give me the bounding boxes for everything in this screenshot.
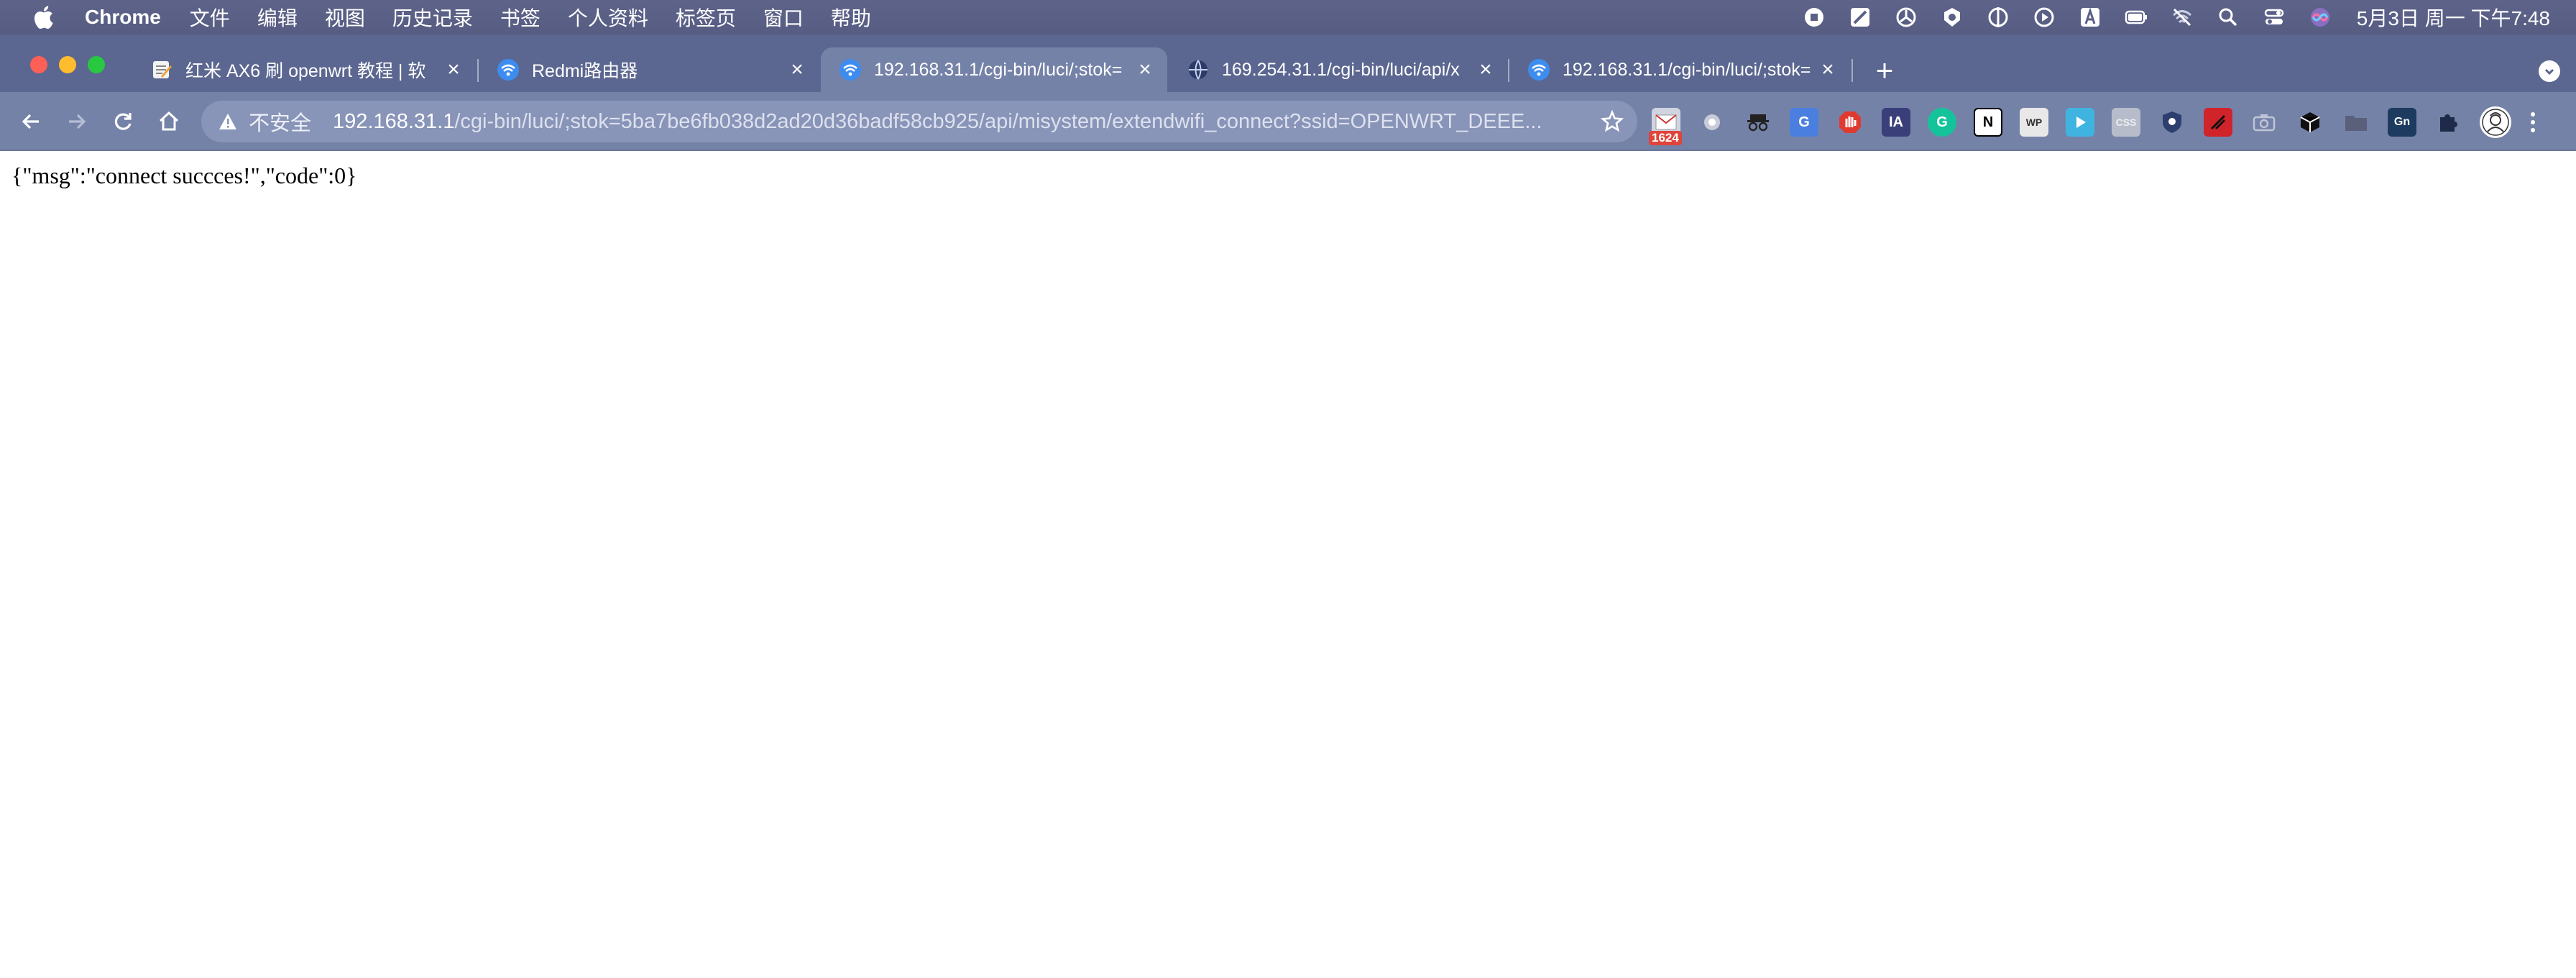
extension-badge-count: 1624 bbox=[1649, 131, 1682, 145]
address-bar[interactable]: 不安全 192.168.31.1/cgi-bin/luci/;stok=5ba7… bbox=[201, 101, 1637, 142]
adblock-extension-icon[interactable] bbox=[1836, 108, 1864, 137]
pen-icon[interactable] bbox=[1848, 5, 1872, 29]
url-text[interactable]: 192.168.31.1/cgi-bin/luci/;stok=5ba7be6f… bbox=[333, 110, 1569, 134]
menu-help[interactable]: 帮助 bbox=[831, 3, 871, 32]
extensions-puzzle-icon[interactable] bbox=[2434, 108, 2462, 137]
json-response-text: {"msg":"connect succces!","code":0} bbox=[12, 163, 357, 188]
forward-button[interactable] bbox=[62, 106, 92, 137]
globe-icon bbox=[1186, 58, 1210, 82]
input-method-icon[interactable] bbox=[2078, 5, 2102, 29]
tab-separator bbox=[1852, 59, 1853, 82]
tab-title: 192.168.31.1/cgi-bin/luci/;stok= bbox=[874, 59, 1123, 80]
wifi-icon bbox=[496, 58, 520, 82]
tab-title: 169.254.31.1/cgi-bin/luci/api/x bbox=[1222, 59, 1460, 80]
mac-menu-bar: Chrome 文件 编辑 视图 历史记录 书签 个人资料 标签页 窗口 帮助 5… bbox=[0, 0, 2576, 35]
chrome-menu-icon[interactable] bbox=[2526, 108, 2540, 137]
tuning-fork-icon[interactable] bbox=[1986, 5, 2010, 29]
css-extension-icon[interactable]: CSS bbox=[2112, 108, 2140, 137]
bookmark-star-icon[interactable] bbox=[1600, 109, 1624, 134]
wappalyzer-extension-icon[interactable]: WP bbox=[2020, 108, 2048, 137]
minimize-window-button[interactable] bbox=[59, 56, 76, 73]
incognito-extension-icon[interactable] bbox=[1744, 108, 1772, 137]
wifi-icon bbox=[1527, 58, 1551, 82]
extensions-area: 1624 G IA G N WP CSS Gn bbox=[1649, 102, 2540, 145]
translate-extension-icon[interactable]: G bbox=[1790, 108, 1818, 137]
menu-history[interactable]: 历史记录 bbox=[392, 3, 473, 32]
github-shield-extension-icon[interactable] bbox=[2158, 108, 2186, 137]
tab-luci-stok[interactable]: 192.168.31.1/cgi-bin/luci/;stok= × bbox=[1509, 47, 1850, 92]
menu-profiles[interactable]: 个人资料 bbox=[568, 3, 648, 32]
shield-icon[interactable] bbox=[1940, 5, 1964, 29]
menu-app-name[interactable]: Chrome bbox=[85, 6, 161, 29]
close-tab-icon[interactable]: × bbox=[785, 58, 809, 82]
search-icon[interactable] bbox=[2216, 5, 2240, 29]
red-tool-extension-icon[interactable] bbox=[2204, 108, 2232, 137]
camera-extension-icon[interactable] bbox=[2250, 108, 2278, 137]
wifi-off-icon[interactable] bbox=[2170, 5, 2194, 29]
close-tab-icon[interactable]: × bbox=[1816, 58, 1840, 82]
menu-bar-tray: 5月3日 周一 下午7:48 bbox=[1780, 0, 2550, 35]
cube-extension-icon[interactable] bbox=[2296, 108, 2324, 137]
battery-icon bbox=[2124, 5, 2148, 29]
not-secure-label[interactable]: 不安全 bbox=[249, 106, 311, 137]
menu-bar-clock[interactable]: 5月3日 周一 下午7:48 bbox=[2357, 3, 2550, 32]
url-host: 192.168.31.1 bbox=[333, 109, 455, 133]
record-extension-icon[interactable] bbox=[1698, 108, 1726, 137]
tab-openwrt-tutorial[interactable]: 红米 AX6 刷 openwrt 教程 | 软 × bbox=[132, 47, 476, 92]
stop-circle-icon[interactable] bbox=[1802, 5, 1826, 29]
tab-title: 红米 AX6 刷 openwrt 教程 | 软 bbox=[185, 61, 426, 81]
grammarly-extension-icon[interactable]: G bbox=[1928, 108, 1956, 137]
menu-file[interactable]: 文件 bbox=[190, 3, 230, 32]
play-circle-icon[interactable] bbox=[2032, 5, 2056, 29]
tab-title: Redmi路由器 bbox=[532, 61, 638, 81]
control-center-icon[interactable] bbox=[2262, 5, 2286, 29]
menu-view[interactable]: 视图 bbox=[325, 3, 365, 32]
close-window-button[interactable] bbox=[30, 56, 47, 73]
tab-redmi-router[interactable]: Redmi路由器 × bbox=[479, 47, 819, 92]
siri-icon[interactable] bbox=[2308, 5, 2332, 29]
page-content: {"msg":"connect succces!","code":0} bbox=[0, 151, 2576, 978]
reload-button[interactable] bbox=[108, 106, 138, 137]
notes-icon bbox=[150, 58, 174, 82]
tab-strip: 红米 AX6 刷 openwrt 教程 | 软 × Redmi路由器 × 192… bbox=[0, 35, 2576, 92]
menu-bookmarks[interactable]: 书签 bbox=[500, 3, 540, 32]
url-path: /cgi-bin/luci/;stok=5ba7be6fb038d2ad20d3… bbox=[454, 109, 1542, 133]
ia-extension-icon[interactable]: IA bbox=[1882, 108, 1910, 137]
tab-luci-api[interactable]: 169.254.31.1/cgi-bin/luci/api/x × bbox=[1169, 47, 1508, 92]
gn-extension-icon[interactable]: Gn bbox=[2388, 108, 2416, 137]
menu-window[interactable]: 窗口 bbox=[763, 3, 804, 32]
home-button[interactable] bbox=[154, 106, 184, 137]
apple-menu-icon[interactable] bbox=[30, 3, 56, 32]
new-tab-button[interactable]: + bbox=[1870, 55, 1899, 86]
notion-extension-icon[interactable]: N bbox=[1974, 108, 2002, 137]
browser-toolbar: 不安全 192.168.31.1/cgi-bin/luci/;stok=5ba7… bbox=[0, 92, 2576, 151]
hexagon-app-icon[interactable] bbox=[1894, 5, 1918, 29]
window-controls bbox=[30, 56, 116, 73]
close-tab-icon[interactable]: × bbox=[441, 58, 466, 82]
back-button[interactable] bbox=[16, 106, 46, 137]
folder-extension-icon[interactable] bbox=[2342, 108, 2370, 137]
close-tab-icon[interactable]: × bbox=[1133, 58, 1157, 82]
wifi-icon bbox=[838, 58, 862, 82]
warning-triangle-icon[interactable] bbox=[217, 111, 239, 132]
menu-edit[interactable]: 编辑 bbox=[257, 3, 298, 32]
tab-search-chevron-icon[interactable] bbox=[2539, 60, 2560, 82]
video-speed-extension-icon[interactable] bbox=[2066, 108, 2094, 137]
profile-avatar[interactable] bbox=[2480, 106, 2511, 138]
menu-tab[interactable]: 标签页 bbox=[676, 3, 736, 32]
tab-extendwifi-connect[interactable]: 192.168.31.1/cgi-bin/luci/;stok= × bbox=[821, 47, 1167, 92]
close-tab-icon[interactable]: × bbox=[1473, 58, 1498, 82]
tab-title: 192.168.31.1/cgi-bin/luci/;stok= bbox=[1563, 59, 1811, 80]
fullscreen-window-button[interactable] bbox=[88, 56, 105, 73]
mail-checker-extension-icon[interactable]: 1624 bbox=[1649, 108, 1682, 145]
